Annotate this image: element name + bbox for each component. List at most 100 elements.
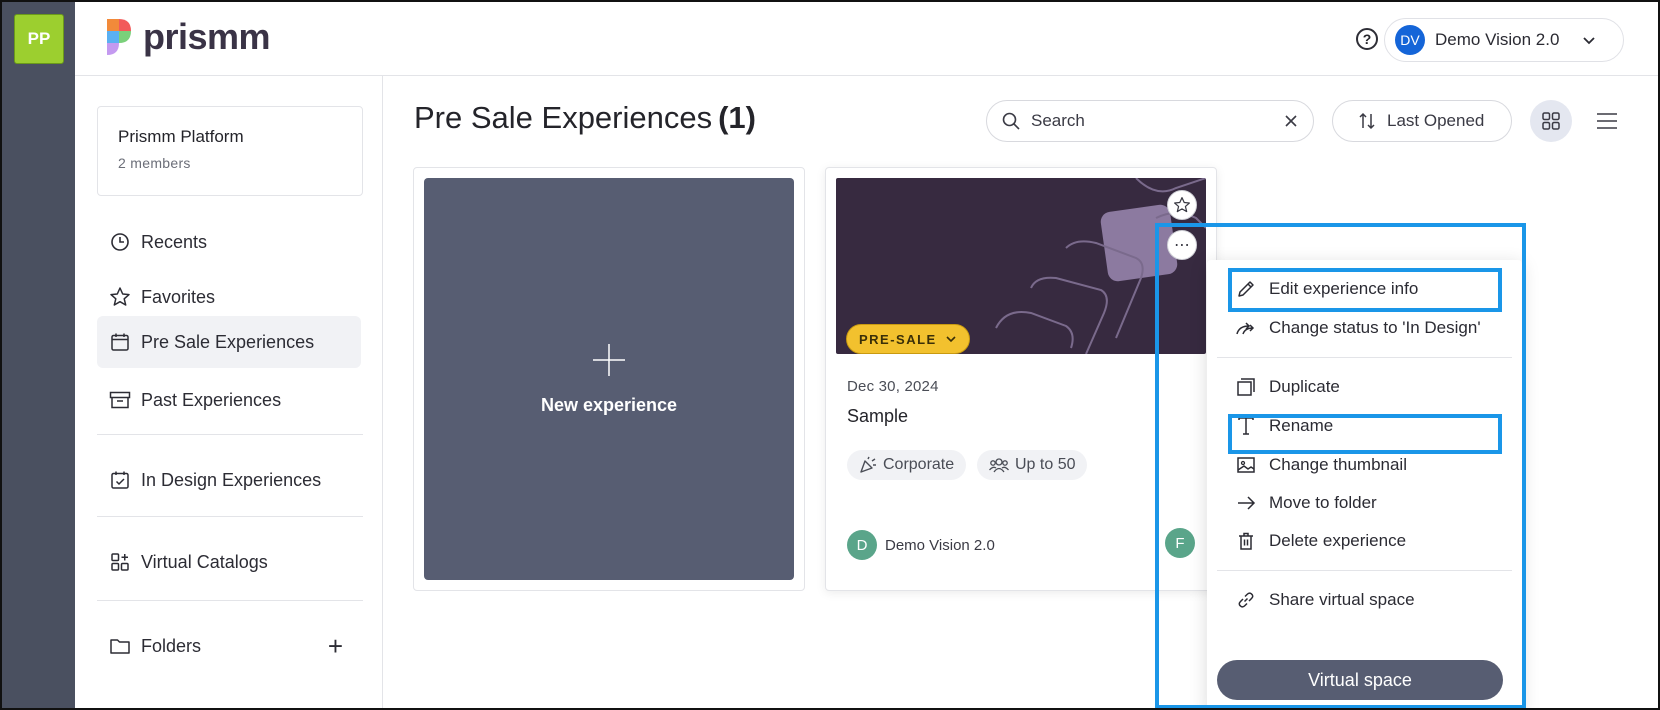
menu-divider bbox=[1217, 357, 1512, 358]
menu-item-edit-info[interactable]: Edit experience info bbox=[1235, 270, 1505, 308]
experience-name: Sample bbox=[847, 406, 909, 426]
duplicate-icon bbox=[1235, 376, 1257, 398]
experience-owner: D Demo Vision 2.0 bbox=[847, 530, 995, 560]
owner-name: Demo Vision 2.0 bbox=[885, 536, 995, 554]
grid-view-icon bbox=[1542, 112, 1560, 130]
menu-item-duplicate[interactable]: Duplicate bbox=[1235, 368, 1505, 406]
sidebar-item-recents[interactable]: Recents bbox=[97, 216, 361, 268]
image-icon bbox=[1235, 454, 1257, 476]
menu-item-label: Rename bbox=[1269, 416, 1334, 435]
sidebar-item-past-experiences[interactable]: Past Experiences bbox=[97, 374, 361, 426]
tag-corporate: Corporate bbox=[847, 450, 967, 480]
archive-icon bbox=[109, 389, 131, 411]
status-badge-label: PRE-SALE bbox=[859, 331, 937, 347]
workspace-avatar[interactable]: PP bbox=[14, 14, 64, 64]
sidebar-item-virtual-catalogs[interactable]: Virtual Catalogs bbox=[97, 536, 361, 588]
calendar-icon bbox=[109, 331, 131, 353]
sidebar-item-in-design-experiences[interactable]: In Design Experiences bbox=[97, 454, 361, 506]
page-title-count: (1) bbox=[718, 100, 756, 135]
sidebar-item-label: In Design Experiences bbox=[141, 469, 322, 490]
experience-card[interactable]: PRE-SALE Dec 30, 2024 Sample Corporate U… bbox=[825, 167, 1217, 591]
tag-label: Up to 50 bbox=[1015, 456, 1076, 473]
experience-date: Dec 30, 2024 bbox=[847, 378, 939, 395]
menu-item-change-thumbnail[interactable]: Change thumbnail bbox=[1235, 446, 1505, 484]
menu-item-move-to-folder[interactable]: Move to folder bbox=[1235, 484, 1505, 522]
help-circle-icon[interactable]: ? bbox=[1356, 28, 1378, 50]
plus-icon bbox=[593, 343, 625, 376]
sidebar-item-label: Favorites bbox=[141, 286, 216, 307]
org-name: Prismm Platform bbox=[118, 127, 244, 146]
sidebar-item-pre-sale-experiences[interactable]: Pre Sale Experiences bbox=[97, 316, 361, 368]
chevron-down-icon bbox=[1583, 37, 1596, 45]
menu-item-label: Change thumbnail bbox=[1269, 455, 1407, 474]
search-input[interactable]: Search bbox=[1031, 111, 1273, 131]
sidebar-item-label: Folders bbox=[141, 635, 202, 656]
star-icon bbox=[1174, 197, 1190, 213]
party-popper-icon bbox=[860, 456, 876, 473]
pencil-icon bbox=[1235, 278, 1257, 300]
sidebar-item-label: Recents bbox=[141, 231, 208, 252]
prismm-logo-icon bbox=[107, 19, 131, 55]
star-icon bbox=[109, 286, 131, 308]
group-icon bbox=[989, 458, 1009, 473]
menu-item-label: Change status to 'In Design' bbox=[1269, 318, 1481, 337]
sidebar-divider bbox=[97, 434, 363, 435]
sidebar-item-label: Virtual Catalogs bbox=[141, 551, 268, 572]
folder-icon bbox=[109, 635, 131, 657]
org-members: 2 members bbox=[118, 155, 191, 171]
menu-item-share-virtual-space[interactable]: Share virtual space bbox=[1235, 581, 1505, 619]
grid-plus-icon bbox=[109, 551, 131, 573]
arrow-right-icon bbox=[1235, 492, 1257, 514]
experience-context-menu: Edit experience info Change status to 'I… bbox=[1207, 260, 1522, 708]
menu-item-delete[interactable]: Delete experience bbox=[1235, 522, 1505, 560]
sidebar-item-label: Pre Sale Experiences bbox=[141, 331, 315, 352]
menu-item-change-status[interactable]: Change status to 'In Design' bbox=[1235, 309, 1505, 347]
chevron-down-icon bbox=[946, 336, 956, 343]
user-menu-button[interactable]: DV Demo Vision 2.0 bbox=[1384, 18, 1624, 62]
sort-button[interactable]: Last Opened bbox=[1332, 100, 1512, 142]
sort-label: Last Opened bbox=[1387, 111, 1485, 130]
tag-label: Corporate bbox=[883, 456, 955, 473]
clear-search-icon[interactable] bbox=[1283, 113, 1299, 129]
search-icon bbox=[1002, 112, 1020, 130]
favorite-button[interactable] bbox=[1167, 190, 1197, 220]
text-icon bbox=[1235, 415, 1257, 437]
list-view-icon bbox=[1597, 113, 1617, 129]
org-card[interactable]: Prismm Platform 2 members bbox=[97, 106, 363, 196]
logo-wordmark: prismm bbox=[143, 16, 271, 57]
page-title: Pre Sale Experiences (1) bbox=[414, 100, 756, 136]
list-view-button[interactable] bbox=[1594, 108, 1620, 134]
menu-item-label: Edit experience info bbox=[1269, 279, 1419, 298]
link-icon bbox=[1235, 589, 1257, 611]
page-title-text: Pre Sale Experiences bbox=[414, 100, 713, 135]
tag-guest-count: Up to 50 bbox=[977, 450, 1088, 480]
trash-icon bbox=[1235, 530, 1257, 552]
status-badge[interactable]: PRE-SALE bbox=[846, 324, 970, 354]
sidebar: Prismm Platform 2 members Recents Favori… bbox=[75, 76, 383, 708]
search-box[interactable]: Search bbox=[986, 100, 1314, 142]
workspace-rail: PP bbox=[2, 2, 75, 708]
new-experience-card-wrap: New experience bbox=[413, 167, 805, 591]
sidebar-item-label: Past Experiences bbox=[141, 389, 282, 410]
sort-icon bbox=[1359, 112, 1375, 130]
virtual-space-button[interactable]: Virtual space bbox=[1217, 660, 1503, 700]
user-name: Demo Vision 2.0 bbox=[1435, 30, 1560, 49]
new-experience-card[interactable]: New experience bbox=[424, 178, 794, 580]
collaborator-avatar: F bbox=[1165, 528, 1195, 558]
menu-item-label: Move to folder bbox=[1269, 493, 1377, 512]
new-experience-label: New experience bbox=[540, 394, 678, 415]
grid-view-button[interactable] bbox=[1530, 100, 1572, 142]
add-folder-icon[interactable]: + bbox=[328, 631, 343, 662]
sidebar-item-folders[interactable]: Folders + bbox=[97, 620, 361, 672]
menu-item-label: Share virtual space bbox=[1269, 590, 1415, 609]
more-options-button[interactable]: ⋯ bbox=[1167, 230, 1197, 260]
menu-divider bbox=[1217, 570, 1512, 571]
forward-arrow-icon bbox=[1235, 317, 1257, 339]
sidebar-divider bbox=[97, 600, 363, 601]
sidebar-divider bbox=[97, 516, 363, 517]
prismm-logo[interactable]: prismm bbox=[105, 16, 271, 58]
clock-icon bbox=[109, 231, 131, 253]
more-horizontal-icon: ⋯ bbox=[1174, 237, 1190, 254]
menu-item-label: Delete experience bbox=[1269, 531, 1407, 550]
menu-item-rename[interactable]: Rename bbox=[1235, 407, 1505, 445]
